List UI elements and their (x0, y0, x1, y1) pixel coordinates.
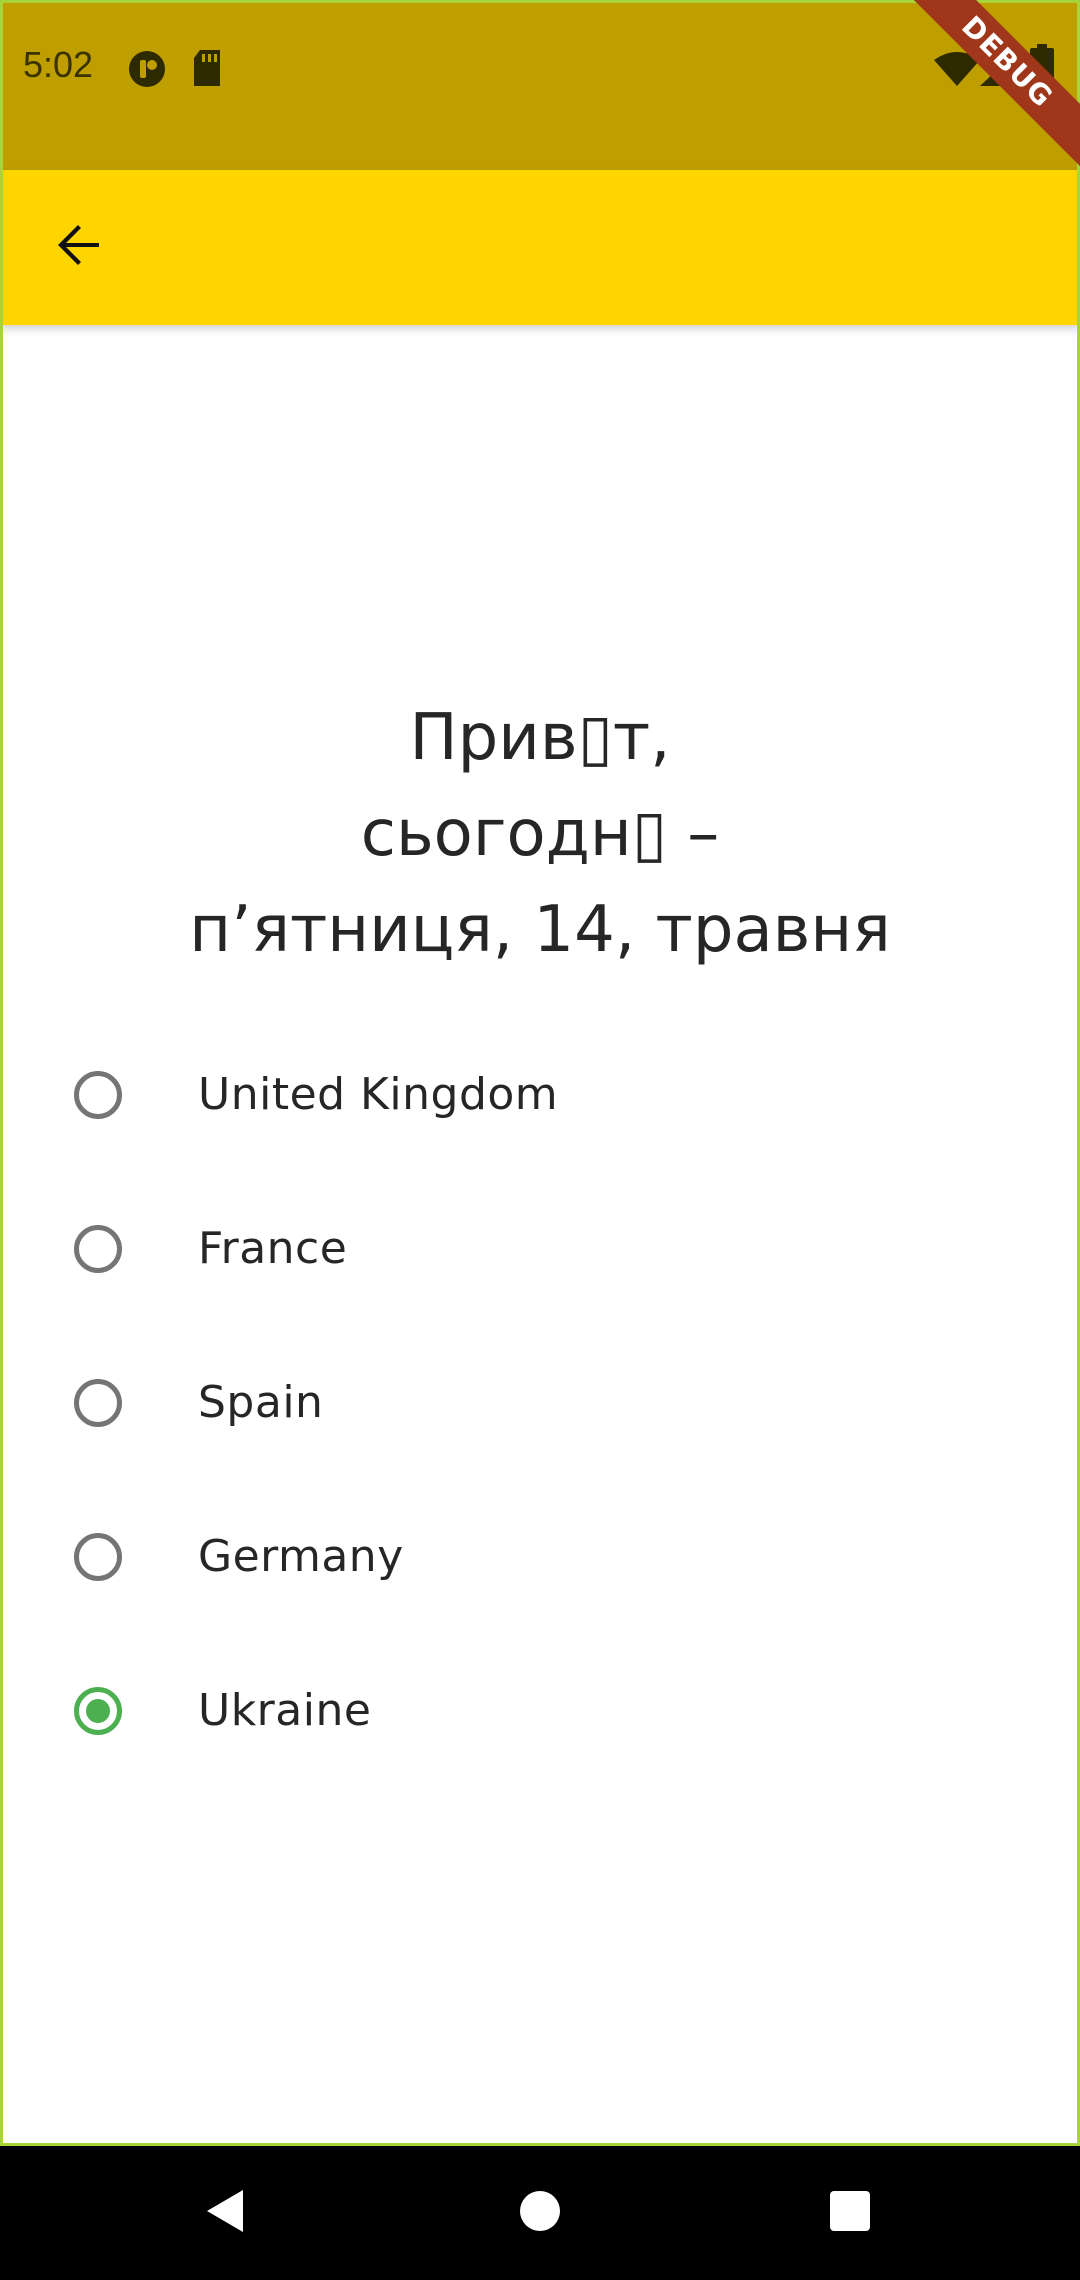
sd-card-icon (192, 50, 222, 91)
radio-option-france[interactable]: France (0, 1172, 1080, 1326)
radio-label: Spain (198, 1377, 324, 1428)
greeting-heading: Прив▯т, сьогодн▯ – п’ятниця, 14, травня (0, 690, 1080, 978)
country-radio-group: United Kingdom France Spain Germany Ukra… (0, 1018, 1080, 1788)
radio-label: France (198, 1223, 348, 1274)
radio-option-spain[interactable]: Spain (0, 1326, 1080, 1480)
back-button[interactable] (42, 210, 116, 284)
back-triangle-icon (203, 2188, 247, 2239)
navigation-bar (0, 2146, 1080, 2280)
radio-button[interactable] (74, 1379, 122, 1427)
arrow-left-icon (55, 221, 103, 274)
radio-button[interactable] (74, 1533, 122, 1581)
status-time: 5:02 (23, 44, 94, 85)
radio-option-germany[interactable]: Germany (0, 1480, 1080, 1634)
status-bar: 5:02 DEBUG (0, 0, 1080, 174)
radio-option-ukraine[interactable]: Ukraine (0, 1634, 1080, 1788)
screen: 5:02 DEBUG Прив▯т, сьогодн▯ – п’ятниця, … (0, 0, 1080, 2280)
circle-app-icon (128, 50, 166, 93)
app-bar (0, 170, 1080, 325)
greeting-line-1: Прив▯т, (409, 701, 671, 775)
greeting-line-3: п’ятниця, 14, травня (189, 893, 891, 967)
radio-button-selected[interactable] (74, 1687, 122, 1735)
nav-back-button[interactable] (165, 2146, 285, 2280)
greeting-line-2: сьогодн▯ – (360, 797, 720, 871)
radio-label: Germany (198, 1531, 404, 1582)
home-circle-icon (518, 2189, 562, 2238)
radio-option-united-kingdom[interactable]: United Kingdom (0, 1018, 1080, 1172)
recents-square-icon (829, 2190, 871, 2237)
nav-recents-button[interactable] (790, 2146, 910, 2280)
radio-button[interactable] (74, 1225, 122, 1273)
radio-label: United Kingdom (198, 1069, 559, 1120)
radio-label: Ukraine (198, 1685, 372, 1736)
radio-button[interactable] (74, 1071, 122, 1119)
nav-home-button[interactable] (480, 2146, 600, 2280)
